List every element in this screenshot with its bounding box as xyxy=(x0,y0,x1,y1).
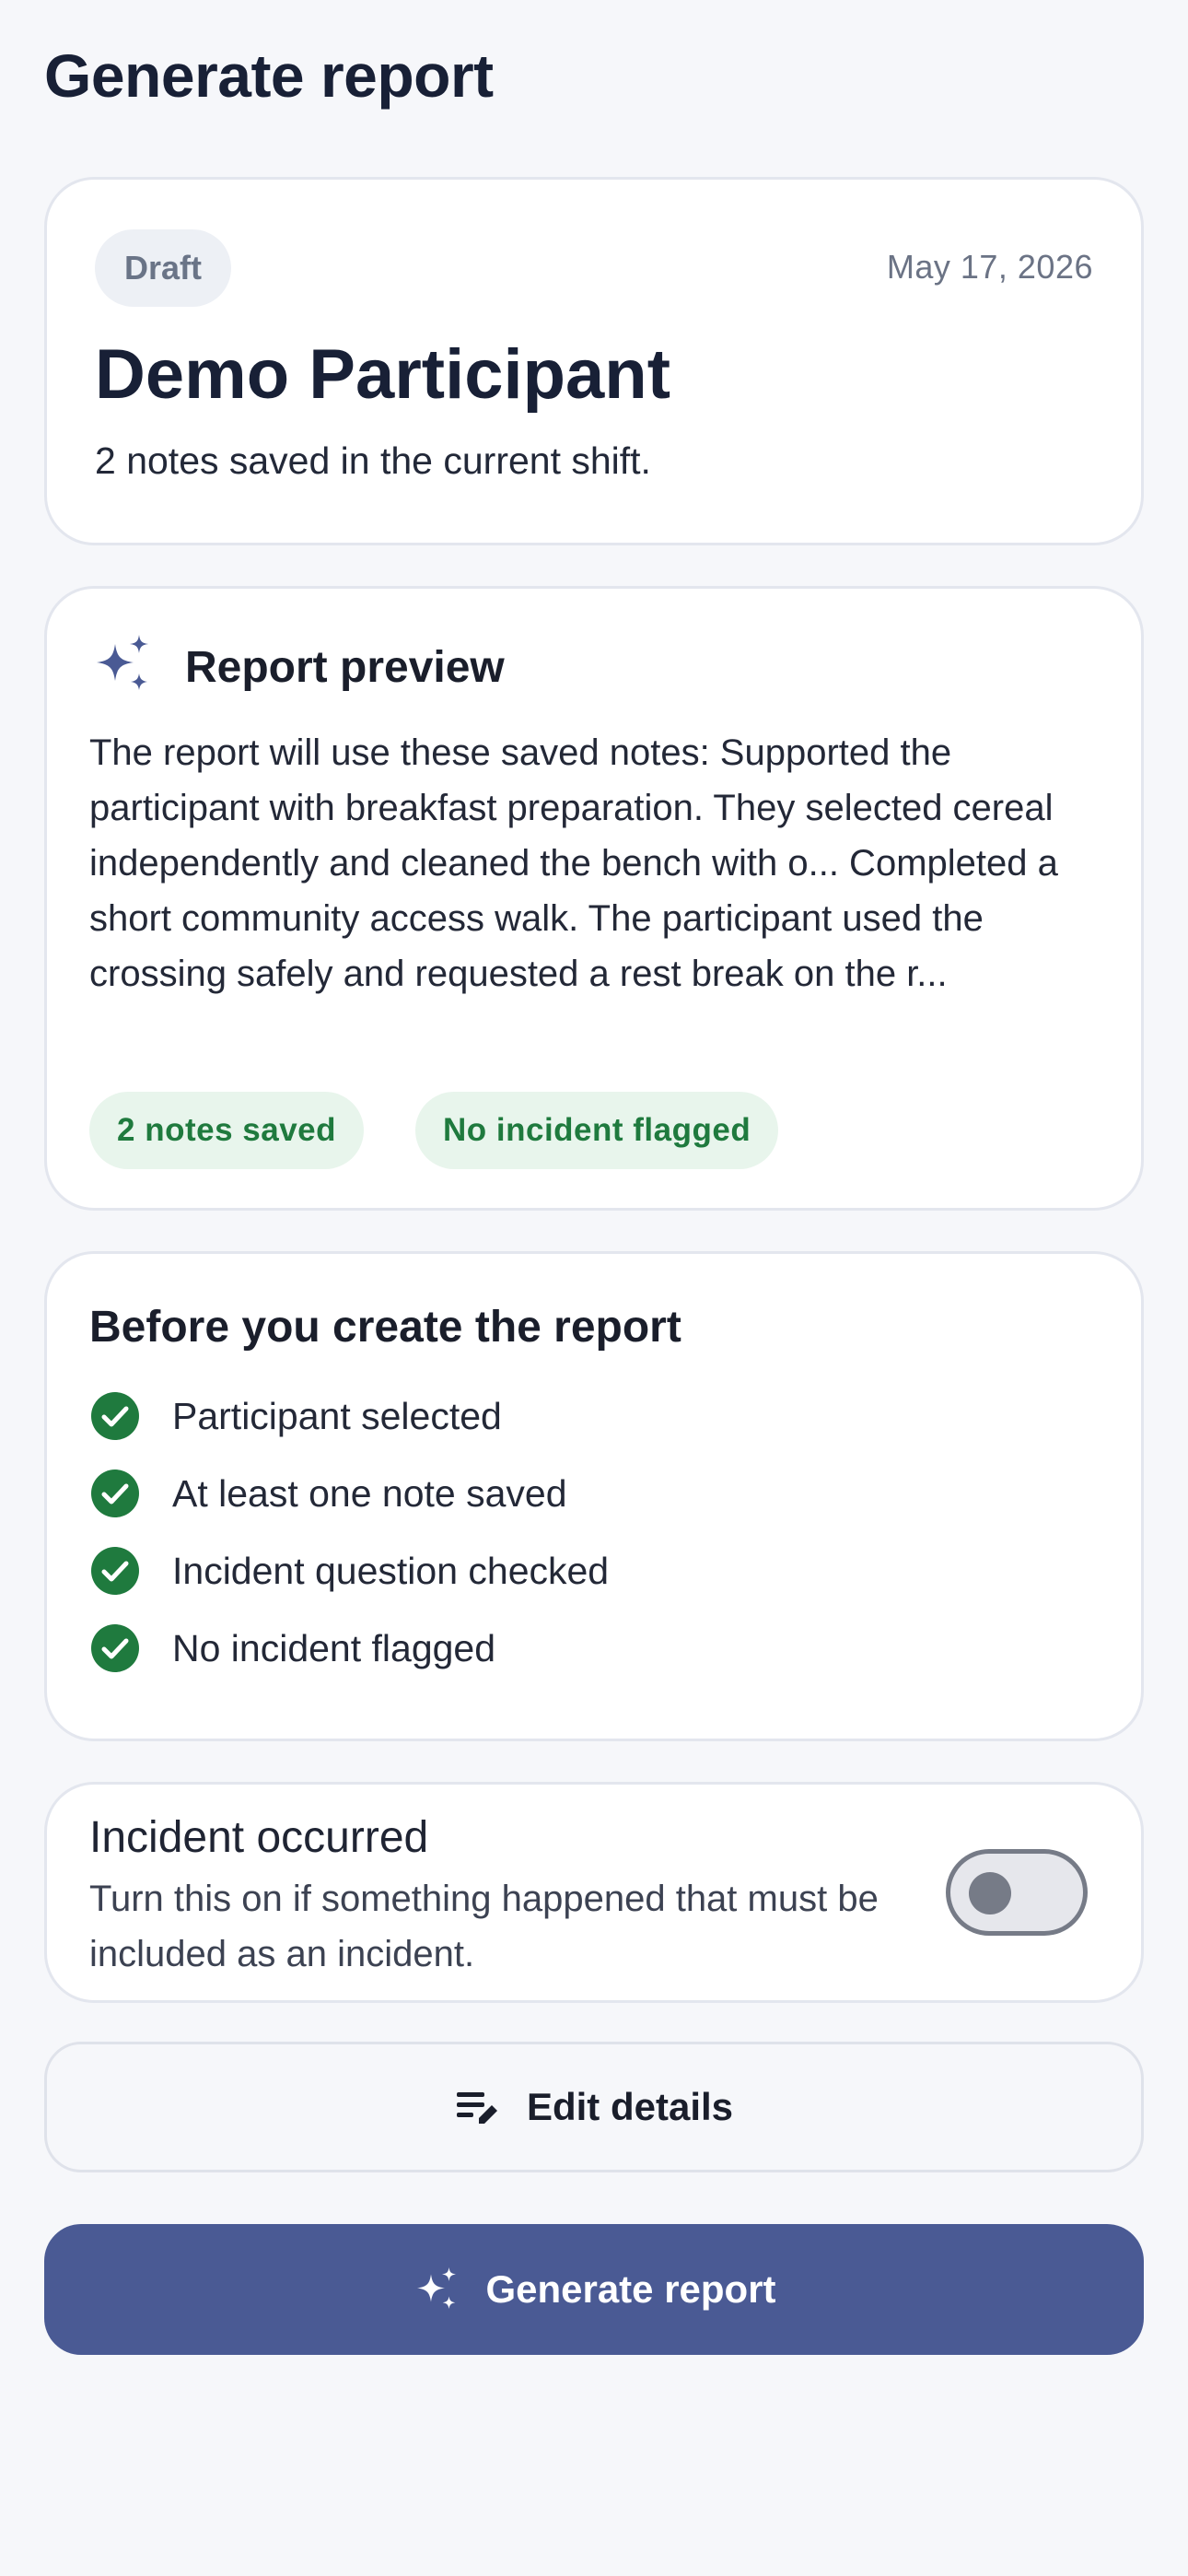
incident-description: Turn this on if something happened that … xyxy=(89,1879,879,1974)
checklist-item-label: Incident question checked xyxy=(172,1549,610,1592)
checklist-item-label: Participant selected xyxy=(172,1394,502,1437)
edit-notes-icon xyxy=(456,2092,497,2124)
report-preview-card: Report preview The report will use these… xyxy=(44,586,1144,1211)
participant-card: Draft May 17, 2026 Demo Participant 2 no… xyxy=(44,177,1144,545)
check-circle-icon xyxy=(91,1392,139,1440)
report-date: May 17, 2026 xyxy=(886,248,1093,286)
check-circle-icon xyxy=(91,1624,139,1672)
incident-card: Incident occurred Turn this on if someth… xyxy=(44,1782,1144,2003)
checklist-item: Participant selected xyxy=(89,1388,502,1444)
generate-report-label: Generate report xyxy=(485,2267,776,2311)
incident-toggle[interactable] xyxy=(946,1849,1088,1936)
notes-saved-chip: 2 notes saved xyxy=(89,1092,364,1169)
checklist-item-label: No incident flagged xyxy=(172,1626,496,1669)
generate-report-button[interactable]: Generate report xyxy=(44,2224,1144,2355)
incident-title: Incident occurred xyxy=(89,1813,429,1862)
edit-details-button[interactable]: Edit details xyxy=(44,2042,1144,2172)
toggle-knob xyxy=(969,1872,1011,1914)
checklist-item: At least one note saved xyxy=(89,1466,567,1521)
checklist-item: No incident flagged xyxy=(89,1621,495,1676)
checklist-title: Before you create the report xyxy=(89,1303,681,1352)
checklist-card: Before you create the report Participant… xyxy=(44,1251,1144,1741)
sparkle-icon xyxy=(417,2267,457,2309)
sparkle-icon xyxy=(97,635,148,690)
generate-report-screen: Generate report Draft May 17, 2026 Demo … xyxy=(0,0,1188,2576)
status-badge: Draft xyxy=(95,229,232,307)
preview-title: Report preview xyxy=(185,643,505,692)
edit-details-label: Edit details xyxy=(526,2085,734,2128)
incident-status-chip: No incident flagged xyxy=(415,1092,779,1169)
notes-summary: 2 notes saved in the current shift. xyxy=(95,439,651,482)
page-title: Generate report xyxy=(44,41,494,110)
preview-body: The report will use these saved notes: S… xyxy=(89,732,1058,994)
participant-name: Demo Participant xyxy=(95,335,671,414)
check-circle-icon xyxy=(91,1547,139,1595)
checklist-item: Incident question checked xyxy=(89,1543,609,1598)
check-circle-icon xyxy=(91,1469,139,1517)
checklist-item-label: At least one note saved xyxy=(172,1471,567,1515)
